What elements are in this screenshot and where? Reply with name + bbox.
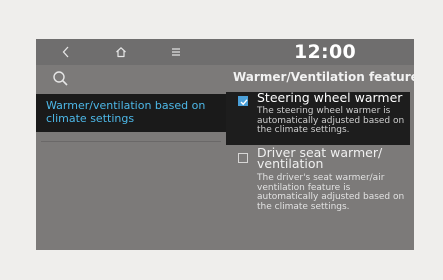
option-title: Steering wheel warmer — [257, 90, 403, 105]
home-icon — [116, 47, 126, 58]
infotainment-screen: 12:00 Warmer/Ventilation features Warmer… — [36, 39, 414, 250]
search-icon — [53, 71, 68, 86]
sidebar-item-label: Warmer/ventilation based on climate sett… — [46, 99, 206, 125]
divider — [41, 141, 221, 142]
sidebar-item-climate-based[interactable]: Warmer/ventilation based on climate sett… — [36, 94, 230, 132]
back-button[interactable] — [54, 42, 78, 62]
top-bar: 12:00 — [36, 39, 414, 65]
menu-icon — [172, 48, 180, 56]
driver-seat-warmer-checkbox[interactable] — [238, 153, 248, 163]
chevron-left-icon — [62, 46, 69, 58]
home-button[interactable] — [109, 42, 133, 62]
check-icon — [240, 99, 248, 106]
menu-button[interactable] — [164, 42, 188, 62]
option-description: The steering wheel warmer is automatical… — [257, 106, 405, 135]
steering-wheel-warmer-checkbox[interactable] — [238, 96, 248, 106]
page-title: Warmer/Ventilation features — [233, 70, 414, 84]
steering-wheel-warmer-option[interactable]: Steering wheel warmer The steering wheel… — [226, 90, 410, 145]
page-frame: 12:00 Warmer/Ventilation features Warmer… — [0, 0, 443, 280]
search-button[interactable] — [51, 69, 71, 89]
option-description: The driver's seat warmer/air ventilation… — [257, 173, 405, 212]
driver-seat-warmer-option[interactable]: Driver seat warmer/ ventilation The driv… — [226, 145, 410, 217]
option-title: Driver seat warmer/ ventilation — [257, 145, 383, 171]
clock: 12:00 — [294, 41, 356, 63]
